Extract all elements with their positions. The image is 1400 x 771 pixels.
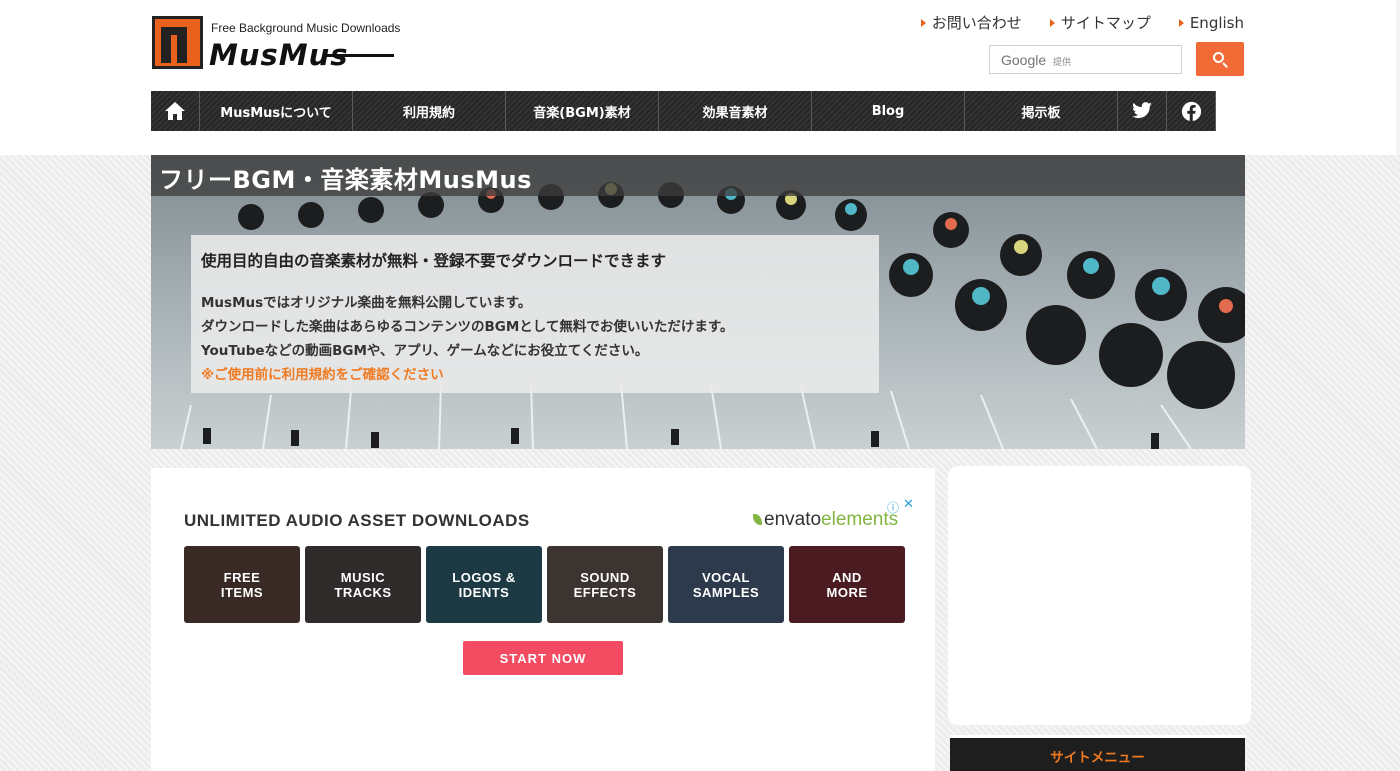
ad-tiles: FREE ITEMS MUSIC TRACKS LOGOS & IDENTS S… [184, 546, 905, 623]
intro-line: MusMusではオリジナル楽曲を無料公開しています。 [201, 295, 532, 311]
sidebar-ad-slot [948, 466, 1251, 725]
nav-home[interactable] [151, 91, 200, 131]
sidebar-menu-header: サイトメニュー [950, 735, 1245, 771]
ad-tile-logos-idents[interactable]: LOGOS & IDENTS [426, 546, 542, 623]
close-icon[interactable]: ✕ [903, 497, 914, 512]
intro-line: YouTubeなどの動画BGMや、アプリ、ゲームなどにお役立てください。 [201, 343, 649, 359]
ad-tile-vocal-samples[interactable]: VOCAL SAMPLES [668, 546, 784, 623]
twitter-icon [1132, 102, 1152, 119]
envato-leaf-icon [753, 514, 762, 525]
envato-logo[interactable]: envatoelements [753, 509, 898, 531]
ad-tile-and-more[interactable]: AND MORE [789, 546, 905, 623]
logo-mark [152, 16, 203, 69]
hero-titlebar: フリーBGM・音楽素材MusMus [151, 155, 1245, 196]
home-icon [165, 102, 185, 120]
search-button[interactable] [1196, 42, 1244, 76]
sitemap-link[interactable]: サイトマップ [1049, 12, 1151, 33]
intro-heading: 使用目的自由の音楽素材が無料・登録不要でダウンロードできます [201, 252, 667, 270]
intro-box: 使用目的自由の音楽素材が無料・登録不要でダウンロードできます MusMusではオ… [191, 235, 879, 393]
triangle-bullet-icon [920, 18, 926, 27]
terms-warning-link[interactable]: ※ご使用前に利用規約をご確認ください [201, 363, 869, 387]
ad-tile-sound-effects[interactable]: SOUND EFFECTS [547, 546, 663, 623]
nav-facebook[interactable] [1167, 91, 1216, 131]
envato-ad[interactable]: UNLIMITED AUDIO ASSET DOWNLOADS envatoel… [151, 468, 935, 771]
hero-banner: フリーBGM・音楽素材MusMus 使用目的自由の音楽素材が無料・登録不要でダウ… [151, 155, 1245, 449]
english-link[interactable]: English [1178, 12, 1244, 33]
ad-tile-music-tracks[interactable]: MUSIC TRACKS [305, 546, 421, 623]
page-title: フリーBGM・音楽素材MusMus [159, 166, 532, 194]
nav-blog[interactable]: Blog [812, 91, 965, 131]
nav-board[interactable]: 掲示板 [965, 91, 1118, 131]
facebook-icon [1181, 101, 1201, 121]
ad-tile-free-items[interactable]: FREE ITEMS [184, 546, 300, 623]
logo-underline [324, 54, 394, 57]
sidebar-menu-title: サイトメニュー [1050, 750, 1145, 766]
scrollbar[interactable] [1396, 0, 1400, 155]
triangle-bullet-icon [1049, 18, 1055, 27]
search-input[interactable]: Google 提供 [989, 45, 1182, 74]
logo-tagline: Free Background Music Downloads [211, 21, 401, 35]
intro-line: ダウンロードした楽曲はあらゆるコンテンツのBGMとして無料でお使いいただけます。 [201, 319, 734, 335]
search-provided-label: 提供 [1053, 58, 1072, 68]
nav-terms[interactable]: 利用規約 [353, 91, 506, 131]
nav-music[interactable]: 音楽(BGM)素材 [506, 91, 659, 131]
top-links: お問い合わせ サイトマップ English [920, 12, 1244, 33]
start-now-button[interactable]: START NOW [463, 641, 623, 675]
nav-sound-effects[interactable]: 効果音素材 [659, 91, 812, 131]
contact-link[interactable]: お問い合わせ [920, 12, 1022, 33]
google-logo: Google [1001, 52, 1047, 68]
nav-twitter[interactable] [1118, 91, 1167, 131]
triangle-bullet-icon [1178, 18, 1184, 27]
ad-headline: UNLIMITED AUDIO ASSET DOWNLOADS [184, 511, 530, 530]
nav-about[interactable]: MusMusについて [200, 91, 353, 131]
site-logo[interactable]: Free Background Music Downloads MusMus [152, 16, 402, 72]
main-nav: MusMusについて 利用規約 音楽(BGM)素材 効果音素材 Blog 掲示板 [151, 91, 1216, 131]
adchoices-icon[interactable]: ⓘ [887, 499, 899, 516]
